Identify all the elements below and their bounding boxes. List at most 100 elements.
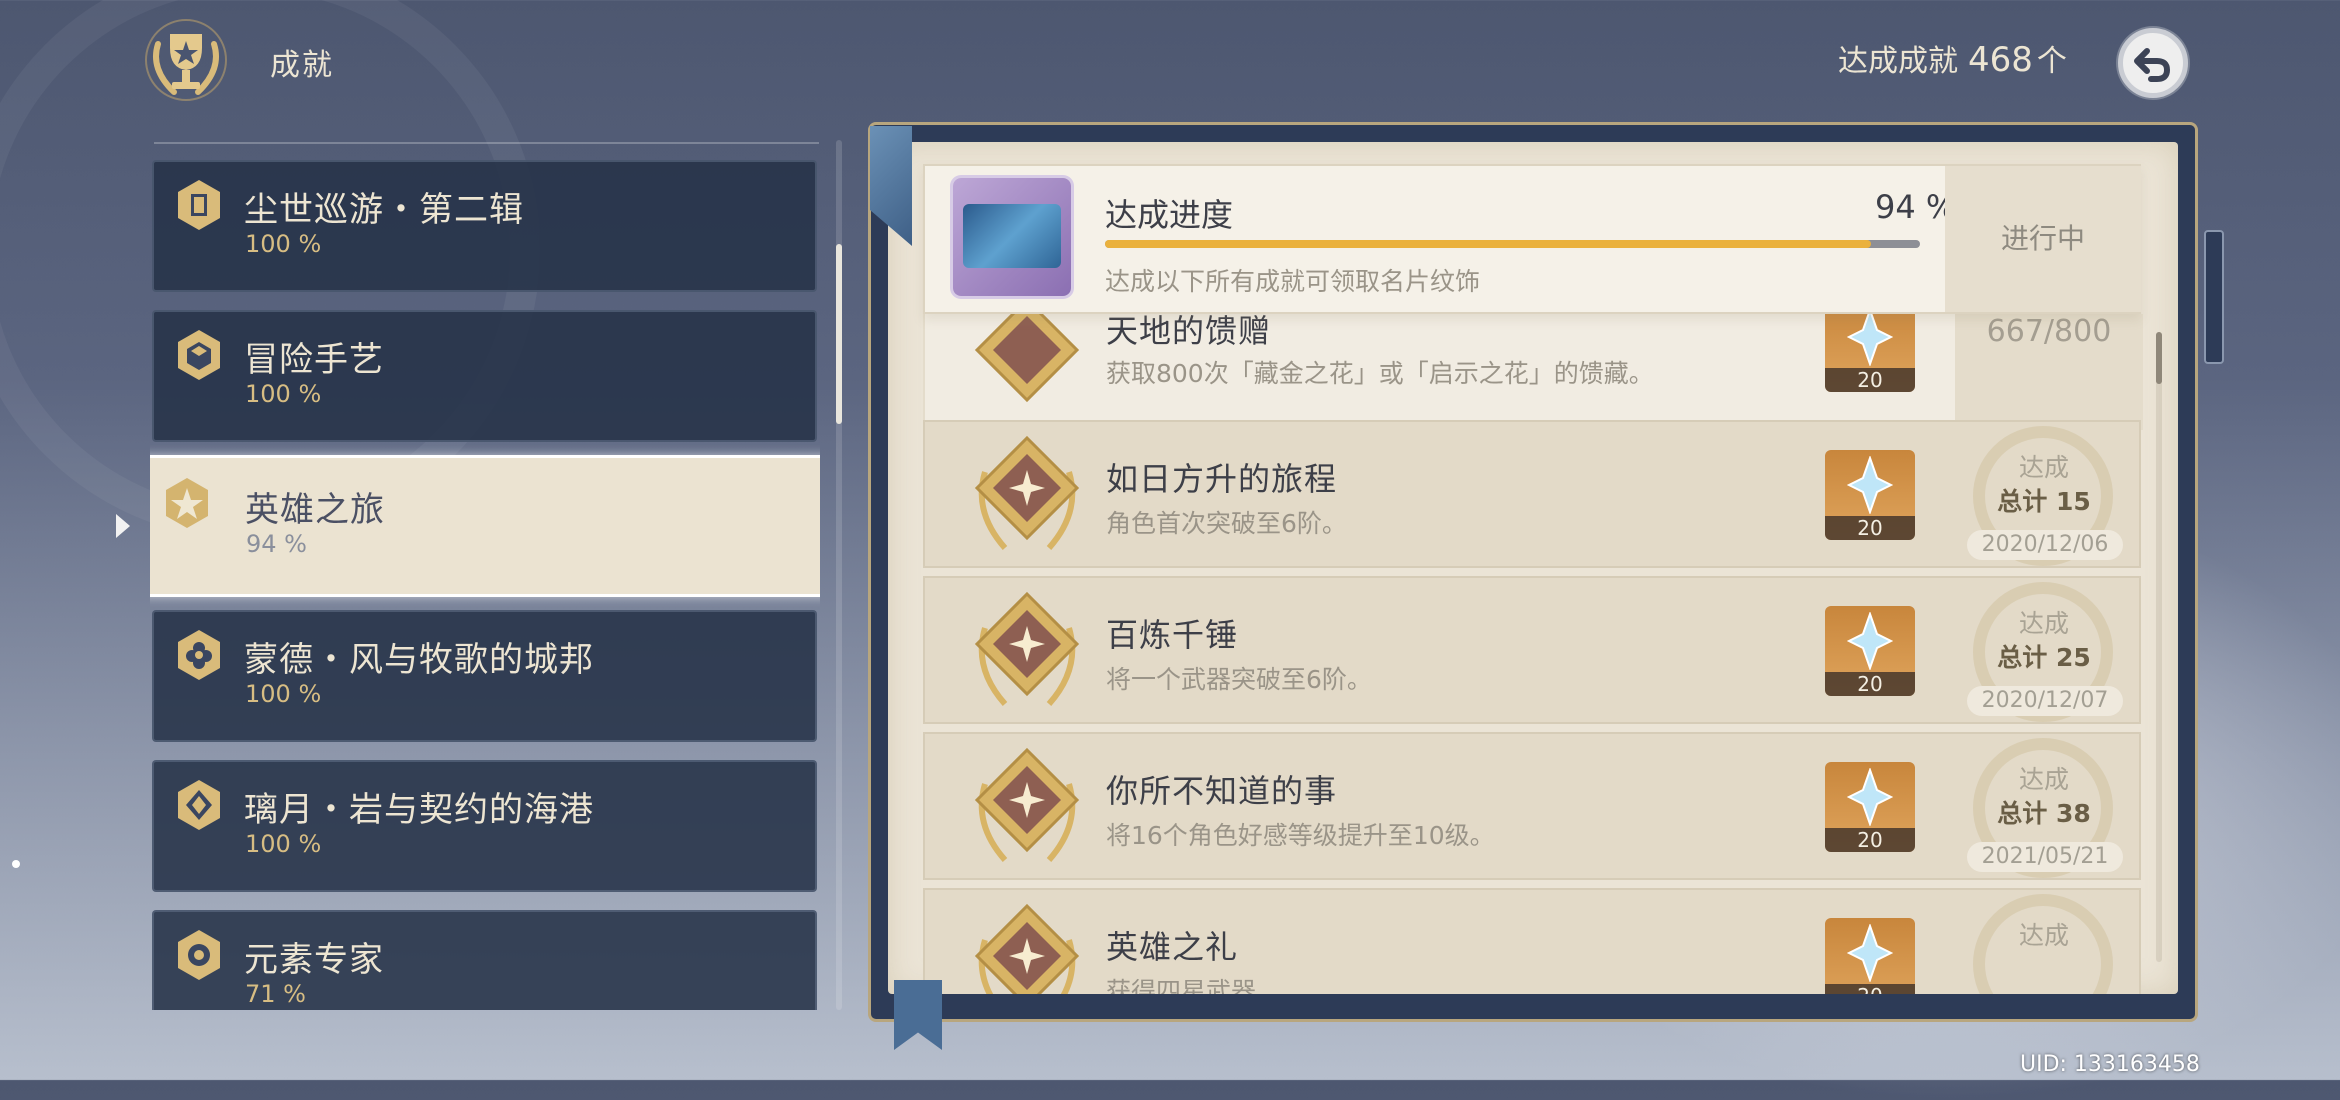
achievement-progress-text: 667/800 <box>1986 314 2112 349</box>
achievement-desc: 将16个角色好感等级提升至10级。 <box>1106 821 1495 850</box>
completion-seal: 达成 总计 38 2021/05/21 <box>1959 738 2129 878</box>
reward-count: 20 <box>1825 828 1915 852</box>
page-title: 成就 <box>270 48 334 83</box>
achievement-desc: 获取800次「藏金之花」或「启示之花」的馈藏。 <box>1106 359 1654 388</box>
progress-hint: 达成以下所有成就可领取名片纹饰 <box>1105 267 1481 296</box>
category-percent: 100 % <box>245 680 322 708</box>
reward-primogem: 20 <box>1825 918 1915 994</box>
completion-status: 达成 <box>2018 765 2069 794</box>
achievement-scrollbar-thumb[interactable] <box>2156 332 2162 384</box>
achievement-total-label: 达成成就 <box>1838 44 1958 79</box>
completion-date: 2021/05/21 <box>1967 842 2123 872</box>
back-button[interactable] <box>2118 28 2188 98</box>
completion-seal: 达成 <box>1959 894 2129 994</box>
achievement-row[interactable]: 你所不知道的事 将16个角色好感等级提升至10级。 20 达成 总计 38 20… <box>923 732 2141 880</box>
category-name: 冒险手艺 <box>244 340 384 380</box>
achievement-desc: 获得四星武器 <box>1106 977 1257 994</box>
achievement-scrollbar[interactable] <box>2156 332 2162 962</box>
trophy-laurel-icon <box>145 19 227 101</box>
category-list[interactable]: 尘世巡游・第二辑 100 % 冒险手艺 100 % 英雄之旅 94 % 蒙德・风… <box>150 130 820 1010</box>
achievement-row[interactable]: 如日方升的旅程 角色首次突破至6阶。 20 达成 总计 15 2020/12/0… <box>923 420 2141 568</box>
book-side-tab <box>2204 230 2224 364</box>
category-name: 蒙德・风与牧歌的城邦 <box>244 640 594 680</box>
completion-total: 总计 25 <box>1997 643 2091 672</box>
completion-total: 总计 15 <box>1997 487 2091 516</box>
completion-date: 2020/12/06 <box>1967 530 2123 560</box>
category-scrollbar[interactable] <box>836 140 842 1010</box>
category-percent: 71 % <box>245 980 306 1008</box>
completion-total: 总计 38 <box>1997 799 2091 828</box>
category-item[interactable]: 冒险手艺 100 % <box>152 310 817 442</box>
progress-summary: 达成进度 94 % 达成以下所有成就可领取名片纹饰 进行中 <box>923 164 2141 314</box>
category-percent: 100 % <box>245 380 322 408</box>
reward-count: 20 <box>1825 672 1915 696</box>
progress-status: 进行中 <box>1945 166 2141 312</box>
category-item[interactable]: 璃月・岩与契约的海港 100 % <box>152 760 817 892</box>
completion-status: 达成 <box>2018 921 2069 950</box>
primogem-icon <box>1847 924 1893 982</box>
achievement-name: 如日方升的旅程 <box>1106 460 1338 498</box>
category-percent: 94 % <box>246 530 307 558</box>
completion-status: 达成 <box>2018 453 2069 482</box>
category-percent: 100 % <box>245 230 322 258</box>
primogem-icon <box>1847 308 1893 366</box>
primogem-icon <box>1847 612 1893 670</box>
achievement-emblem-icon <box>974 903 1080 994</box>
category-name: 元素专家 <box>244 940 384 980</box>
achievement-emblem-icon <box>974 747 1080 862</box>
primogem-icon <box>1847 768 1893 826</box>
selected-arrow-icon <box>116 514 130 538</box>
achievement-row[interactable]: 英雄之礼 获得四星武器 20 达成 <box>923 888 2141 994</box>
achievement-row[interactable]: 天地的馈赠 获取800次「藏金之花」或「启示之花」的馈藏。 20 667/800 <box>923 297 2143 432</box>
category-list-top-edge <box>154 130 819 144</box>
achievement-name: 你所不知道的事 <box>1106 772 1338 810</box>
category-name: 璃月・岩与契约的海港 <box>244 790 594 830</box>
achievement-desc: 将一个武器突破至6阶。 <box>1106 665 1372 694</box>
namecard-image <box>963 204 1061 268</box>
return-arrow-icon <box>2134 48 2171 82</box>
achievement-total-count: 468 <box>1968 40 2033 80</box>
progress-bar <box>1105 240 1920 248</box>
category-name: 英雄之旅 <box>245 490 385 530</box>
reward-count: 20 <box>1825 516 1915 540</box>
reward-primogem: 20 <box>1825 450 1915 540</box>
cube-badge-icon <box>178 330 220 380</box>
category-item[interactable]: 蒙德・风与牧歌的城邦 100 % <box>152 610 817 742</box>
namecard-reward[interactable] <box>953 178 1071 296</box>
achievement-total: 达成成就 468 个 <box>1838 36 2067 80</box>
category-scrollbar-thumb[interactable] <box>836 244 842 424</box>
completion-status: 达成 <box>2018 609 2069 638</box>
category-name: 尘世巡游・第二辑 <box>244 190 524 230</box>
completion-seal: 达成 总计 25 2020/12/07 <box>1959 582 2129 722</box>
orb-badge-icon <box>178 930 220 980</box>
reward-primogem: 20 <box>1825 302 1915 392</box>
completion-date: 2020/12/07 <box>1967 686 2123 716</box>
achievement-emblem-icon <box>974 435 1080 550</box>
progress-title: 达成进度 <box>1105 196 1234 234</box>
reward-primogem: 20 <box>1825 606 1915 696</box>
reward-primogem: 20 <box>1825 762 1915 852</box>
achievement-progress: 667/800 <box>1955 314 2143 430</box>
progress-bar-fill <box>1105 240 1872 248</box>
achievement-desc: 角色首次突破至6阶。 <box>1106 509 1347 538</box>
completion-seal: 达成 总计 15 2020/12/06 <box>1959 426 2129 566</box>
flower-badge-icon <box>178 630 220 680</box>
header: 成就 达成成就 468 个 <box>0 0 2340 120</box>
diamond-badge-icon <box>178 780 220 830</box>
achievement-emblem-icon <box>974 591 1080 706</box>
category-item[interactable]: 尘世巡游・第二辑 100 % <box>152 160 817 292</box>
achievement-row[interactable]: 百炼千锤 将一个武器突破至6阶。 20 达成 总计 25 2020/12/07 <box>923 576 2141 724</box>
bookmark-ribbon <box>894 980 942 1050</box>
uid-label: UID: 133163458 <box>2020 1052 2200 1077</box>
category-item-active[interactable]: 英雄之旅 94 % <box>150 455 820 597</box>
achievement-panel: 天地的馈赠 获取800次「藏金之花」或「启示之花」的馈藏。 20 667/800 <box>888 142 2178 994</box>
reward-count: 20 <box>1825 368 1915 392</box>
star-badge-icon <box>166 478 208 528</box>
pillar-badge-icon <box>178 180 220 230</box>
category-item[interactable]: 元素专家 71 % <box>152 910 817 1010</box>
reward-count: 20 <box>1825 984 1915 994</box>
primogem-icon <box>1847 456 1893 514</box>
achievement-name: 百炼千锤 <box>1106 616 1239 654</box>
sparkle <box>12 860 20 868</box>
achievement-name: 英雄之礼 <box>1106 928 1239 966</box>
